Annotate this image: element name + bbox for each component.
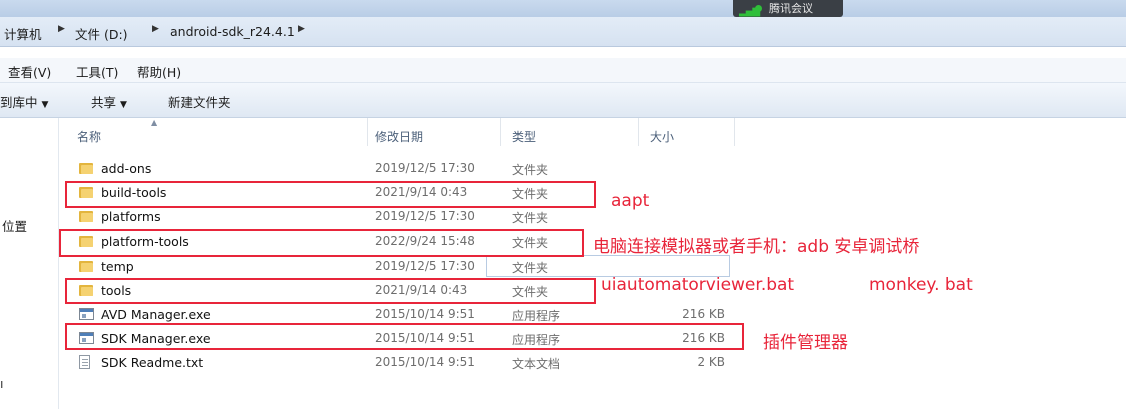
menu-help[interactable]: 帮助(H): [137, 62, 181, 81]
breadcrumb-computer[interactable]: 计算机: [4, 24, 42, 43]
text-file-icon: [79, 355, 90, 370]
annotation-box-sdk-manager: [65, 323, 744, 350]
column-divider[interactable]: [367, 118, 368, 146]
column-header-date[interactable]: 修改日期: [375, 128, 423, 145]
annotation-adb: 电脑连接模拟器或者手机：adb 安卓调试桥: [593, 237, 920, 257]
file-name: AVD Manager.exe: [101, 307, 211, 322]
annotation-box-platform-tools: [59, 229, 584, 257]
folder-icon: [79, 162, 93, 174]
column-divider[interactable]: [638, 118, 639, 146]
menu-bar: 查看(V) 工具(T) 帮助(H): [0, 58, 1126, 83]
new-folder-button[interactable]: 新建文件夹: [168, 92, 231, 111]
breadcrumb-android-sdk[interactable]: android-sdk_r24.4.1: [170, 24, 295, 39]
recording-dot-icon: [755, 5, 762, 12]
file-date: 2019/12/5 17:30: [375, 259, 475, 273]
breadcrumb-separator-icon[interactable]: ▶: [58, 24, 65, 34]
include-in-library-label: 到库中: [0, 95, 38, 110]
column-divider[interactable]: [500, 118, 501, 146]
file-size: 2 KB: [697, 355, 725, 369]
share-label: 共享: [91, 95, 117, 110]
include-in-library-button[interactable]: 到库中 ▼: [0, 92, 48, 111]
file-date: 2019/12/5 17:30: [375, 161, 475, 175]
file-date: 2015/10/14 9:51: [375, 307, 475, 321]
breadcrumb-separator-icon[interactable]: ▶: [152, 24, 159, 34]
file-row-platforms[interactable]: platforms 2019/12/5 17:30 文件夹: [59, 205, 1126, 229]
file-type: 文件夹: [512, 261, 549, 275]
sort-ascending-icon: ▲: [151, 118, 158, 127]
file-type: 文件夹: [512, 163, 549, 177]
menu-view[interactable]: 查看(V): [8, 62, 51, 81]
column-header-name[interactable]: 名称: [77, 128, 101, 145]
nav-item-partial[interactable]: ı: [0, 376, 3, 391]
file-row-sdk-readme[interactable]: SDK Readme.txt 2015/10/14 9:51 文本文档 2 KB: [59, 351, 1126, 375]
dropdown-arrow-icon: ▼: [41, 100, 49, 110]
file-type: 应用程序: [512, 309, 561, 323]
column-header-type[interactable]: 类型: [512, 128, 536, 145]
file-name: platforms: [101, 209, 161, 224]
column-header-row: 名称 修改日期 类型 大小: [59, 118, 1126, 148]
navigation-pane[interactable]: 位置 ı: [0, 118, 59, 409]
nav-item-location[interactable]: 位置: [2, 216, 27, 235]
column-divider[interactable]: [734, 118, 735, 146]
annotation-box-tools: [65, 278, 596, 304]
file-date: 2015/10/14 9:51: [375, 355, 475, 369]
annotation-uiautomatorviewer: uiautomatorviewer.bat: [601, 275, 795, 295]
command-toolbar: 到库中 ▼ 共享 ▼ 新建文件夹: [0, 83, 1126, 118]
file-type: 文件夹: [512, 211, 549, 225]
share-button[interactable]: 共享 ▼: [91, 92, 127, 111]
breadcrumb-drive-d[interactable]: 文件 (D:): [75, 24, 128, 43]
menu-tools[interactable]: 工具(T): [76, 62, 118, 81]
file-date: 2019/12/5 17:30: [375, 209, 475, 223]
exe-icon: [79, 308, 94, 320]
breadcrumb-separator-icon[interactable]: ▶: [298, 24, 305, 34]
file-type: 文本文档: [512, 357, 561, 371]
annotation-box-build-tools: [65, 181, 596, 208]
file-name: temp: [101, 259, 134, 274]
folder-icon: [79, 260, 93, 272]
annotation-monkey: monkey. bat: [869, 275, 973, 295]
tencent-meeting-indicator[interactable]: ▂▄▆ 腾讯会议: [733, 0, 843, 17]
meeting-label: 腾讯会议: [769, 2, 813, 15]
address-bar[interactable]: 计算机 ▶ 文件 (D:) ▶ android-sdk_r24.4.1 ▶: [0, 17, 1126, 47]
folder-icon: [79, 210, 93, 222]
file-name: SDK Readme.txt: [101, 355, 204, 370]
window-title-bar: [0, 0, 1126, 17]
annotation-aapt: aapt: [611, 191, 650, 211]
file-row-add-ons[interactable]: add-ons 2019/12/5 17:30 文件夹: [59, 157, 1126, 181]
dropdown-arrow-icon: ▼: [120, 100, 127, 110]
file-name: add-ons: [101, 161, 152, 176]
annotation-plugin-manager: 插件管理器: [763, 333, 848, 353]
column-header-size[interactable]: 大小: [650, 128, 674, 145]
file-size: 216 KB: [682, 307, 725, 321]
